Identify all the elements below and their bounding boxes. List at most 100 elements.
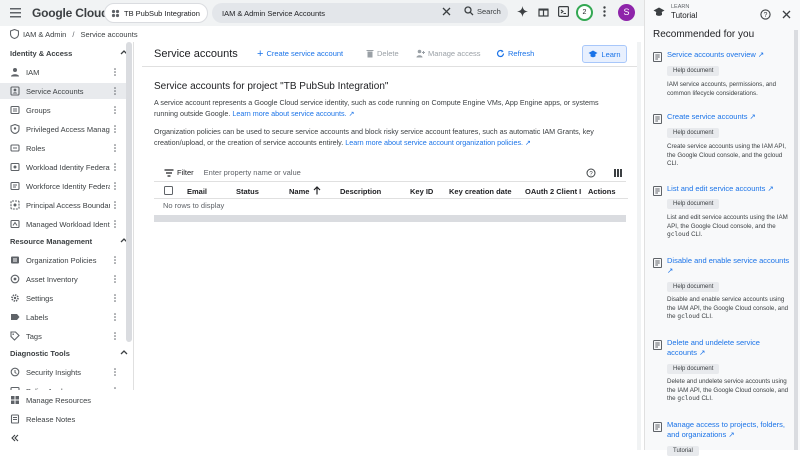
help-icon[interactable]: ? [760,9,771,20]
create-service-account-button[interactable]: + Create service account [257,48,343,59]
clear-search-icon[interactable] [442,7,451,16]
sidebar-item-labels[interactable]: Labels [0,309,126,325]
column-header-email[interactable]: Email [187,187,207,196]
sidebar-item-managed-workload-identities[interactable]: Managed Workload Identities [0,216,126,232]
more-vert-icon[interactable] [114,313,116,321]
sidebar-item-security-insights[interactable]: Security Insights [0,364,126,380]
sidebar-item-settings[interactable]: Settings [0,290,126,306]
page-header: Service accounts + Create service accoun… [142,42,638,67]
column-header-oauth-client-id[interactable]: OAuth 2 Client ID [525,187,581,196]
document-icon [653,52,662,62]
more-vert-icon[interactable] [114,368,116,376]
gift-icon[interactable] [538,6,549,17]
sidebar-item-label: Workload Identity Federation [26,162,110,172]
breadcrumb-root[interactable]: IAM & Admin [23,30,66,39]
panel-scrollbar[interactable] [794,30,798,450]
sidebar-scrollbar[interactable] [126,42,132,342]
search-bar[interactable]: IAM & Admin Service Accounts Search [212,3,508,23]
sidebar-item-organization-policies[interactable]: Organization Policies [0,252,126,268]
hamburger-menu-icon[interactable] [10,8,21,18]
refresh-button[interactable]: Refresh [496,49,534,58]
gear-icon [11,294,19,302]
column-header-status[interactable]: Status [236,187,259,196]
search-input[interactable]: IAM & Admin Service Accounts [222,9,325,18]
federation-icon [10,162,20,172]
column-header-actions[interactable]: Actions [588,187,616,196]
more-vert-icon[interactable] [114,106,116,114]
section-identity-access[interactable]: Identity & Access [10,49,128,58]
sidebar-item-asset-inventory[interactable]: Asset Inventory [0,271,126,287]
close-icon[interactable] [782,10,791,19]
select-all-checkbox[interactable] [164,186,173,195]
learn-more-org-policies-link[interactable]: Learn more about service account organiz… [345,138,523,147]
more-vert-icon[interactable] [603,6,606,17]
card-title-link[interactable]: Manage access to projects, folders, and … [667,420,791,440]
more-vert-icon[interactable] [114,275,116,283]
manage-access-label: Manage access [428,49,481,58]
sidebar-item-manage-resources[interactable]: Manage Resources [0,392,126,408]
column-header-key-id[interactable]: Key ID [410,187,433,196]
card-title-link[interactable]: Disable and enable service accounts ↗ [667,256,791,276]
more-vert-icon[interactable] [114,87,116,95]
card-title-link[interactable]: Service accounts overview ↗ [667,50,791,60]
sidebar-item-tags[interactable]: Tags [0,328,126,344]
sidebar-item-privileged-access-manager[interactable]: Privileged Access Manager [0,121,126,137]
more-vert-icon[interactable] [114,182,116,190]
search-button[interactable]: Search [464,6,501,16]
help-icon[interactable]: ? [586,168,596,178]
section-diagnostic-tools[interactable]: Diagnostic Tools [10,349,128,358]
project-picker[interactable]: TB PubSub Integration [104,3,208,23]
code-snippet: gcloud [667,231,690,238]
table-horizontal-scrollbar[interactable] [154,215,626,222]
avatar[interactable]: S [618,4,635,21]
notifications-badge[interactable]: 2 [576,4,593,21]
sidebar-item-label: Security Insights [26,367,82,377]
sidebar-item-iam[interactable]: IAM [0,64,126,80]
search-icon [464,6,474,16]
learn-more-service-accounts-link[interactable]: Learn more about service accounts. [232,109,346,118]
card-title-link[interactable]: Create service accounts ↗ [667,112,791,122]
card-title-link[interactable]: Delete and undelete service accounts ↗ [667,338,791,358]
more-vert-icon[interactable] [114,144,116,152]
sidebar-item-roles[interactable]: Roles [0,140,126,156]
notes-icon [10,414,20,424]
section-resource-management[interactable]: Resource Management [10,237,128,246]
more-vert-icon[interactable] [114,201,116,209]
column-header-key-creation-date[interactable]: Key creation date [449,187,512,196]
sidebar-item-service-accounts[interactable]: Service Accounts [0,83,126,99]
card-title-link[interactable]: List and edit service accounts ↗ [667,184,791,194]
learn-button[interactable]: Learn [582,45,627,63]
more-vert-icon[interactable] [114,125,116,133]
sidebar-item-principal-access-boundary[interactable]: Principal Access Boundary [0,197,126,213]
more-vert-icon[interactable] [114,220,116,228]
column-display-icon[interactable] [614,169,622,177]
more-vert-icon[interactable] [114,256,116,264]
sidebar-item-release-notes[interactable]: Release Notes [0,411,126,427]
filter-bar[interactable]: Filter Enter property name or value ? [154,164,626,182]
filter-input[interactable]: Enter property name or value [204,168,301,177]
cloud-shell-icon[interactable] [558,6,569,17]
more-vert-icon[interactable] [114,68,116,76]
more-vert-icon[interactable] [114,294,116,302]
collapse-sidebar-icon[interactable] [11,434,19,442]
search-button-label: Search [477,6,501,16]
more-vert-icon[interactable] [114,332,116,340]
card-title: Service accounts overview [667,50,756,59]
column-header-name[interactable]: Name [289,187,309,196]
column-header-description[interactable]: Description [340,187,381,196]
sidebar-item-workforce-identity-federation[interactable]: Workforce Identity Federation [0,178,126,194]
sidebar-item-groups[interactable]: Groups [0,102,126,118]
main-scrollbar[interactable] [637,42,641,450]
card-description: Disable and enable service accounts usin… [667,296,791,322]
document-icon [653,186,662,196]
more-vert-icon[interactable] [114,163,116,171]
delete-button[interactable]: Delete [366,49,399,58]
manage-access-button[interactable]: Manage access [416,49,481,58]
arrow-up-icon[interactable] [313,186,321,195]
sidebar-item-workload-identity-federation[interactable]: Workload Identity Federation [0,159,126,175]
gemini-icon[interactable] [517,6,528,17]
chevron-up-icon[interactable] [120,349,128,355]
google-cloud-logo[interactable]: Google Cloud [32,6,108,20]
document-icon [653,422,662,432]
policy-icon [11,256,19,264]
